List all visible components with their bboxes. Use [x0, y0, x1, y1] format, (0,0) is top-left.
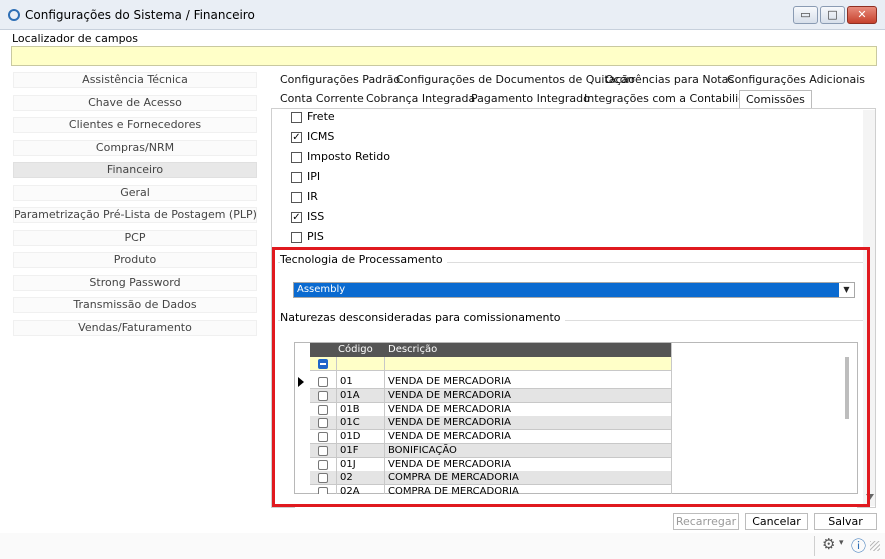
sidebar-item[interactable]: Parametrização Pré-Lista de Postagem (PL… [13, 207, 257, 223]
tab[interactable]: Comissões [739, 90, 812, 108]
tab[interactable]: Configurações Padrão [274, 71, 406, 89]
sidebar-item[interactable]: Clientes e Fornecedores [13, 117, 257, 133]
tax-checkbox-label: ISS [307, 210, 325, 223]
app-icon [8, 9, 20, 21]
info-icon[interactable]: ⓘ [851, 535, 866, 556]
tab[interactable]: Pagamento Integrado [465, 90, 596, 108]
tax-checkbox-label: Imposto Retido [307, 150, 390, 163]
status-bar [0, 533, 885, 559]
tab[interactable]: Conta Corrente [274, 90, 370, 108]
settings-dropdown-icon[interactable]: ▾ [839, 538, 844, 548]
tax-checkbox-label: PIS [307, 230, 324, 243]
tax-checkbox[interactable] [291, 112, 302, 123]
recarregar-button[interactable]: Recarregar [673, 513, 739, 530]
sidebar-item[interactable]: Produto [13, 252, 257, 268]
tax-checkbox-label: Frete [307, 110, 335, 123]
tax-checkbox[interactable] [291, 232, 302, 243]
tab[interactable]: Configurações Adicionais [721, 71, 871, 89]
close-button[interactable]: ✕ [847, 6, 877, 24]
tax-checkbox[interactable] [291, 192, 302, 203]
salvar-button[interactable]: Salvar [814, 513, 877, 530]
status-divider [814, 536, 815, 556]
tax-checkbox[interactable]: ✓ [291, 212, 302, 223]
tax-checkbox[interactable] [291, 172, 302, 183]
sidebar-item[interactable]: Vendas/Faturamento [13, 319, 257, 336]
maximize-button[interactable]: □ [820, 6, 845, 24]
locator-input[interactable] [11, 46, 877, 66]
highlight-box [272, 247, 870, 507]
sidebar-item[interactable]: Transmissão de Dados [13, 297, 257, 313]
sidebar-item[interactable]: Assistência Técnica [13, 72, 257, 88]
sidebar-item[interactable]: Compras/NRM [13, 139, 257, 156]
sidebar-item[interactable]: Strong Password [13, 274, 257, 291]
tab[interactable]: Cobrança Integrada [360, 90, 481, 108]
window-title: Configurações do Sistema / Financeiro [25, 8, 255, 22]
resize-grip-icon[interactable] [870, 541, 880, 551]
cancelar-button[interactable]: Cancelar [745, 513, 808, 530]
locator-label: Localizador de campos [12, 32, 139, 45]
sidebar-item[interactable]: Chave de Acesso [13, 94, 257, 111]
sidebar-item[interactable]: Financeiro [13, 162, 257, 178]
tax-checkbox-label: ICMS [307, 130, 335, 143]
sidebar-item[interactable]: Geral [13, 184, 257, 201]
sidebar-item[interactable]: PCP [13, 229, 257, 246]
tax-checkbox-label: IPI [307, 170, 321, 183]
tax-checkbox[interactable]: ✓ [291, 132, 302, 143]
tab[interactable]: Ocorrências para Notas [599, 71, 740, 89]
tax-checkbox[interactable] [291, 152, 302, 163]
settings-icon[interactable]: ⚙ [822, 535, 835, 553]
tax-checkbox-label: IR [307, 190, 318, 203]
minimize-button[interactable]: ▭ [793, 6, 818, 24]
